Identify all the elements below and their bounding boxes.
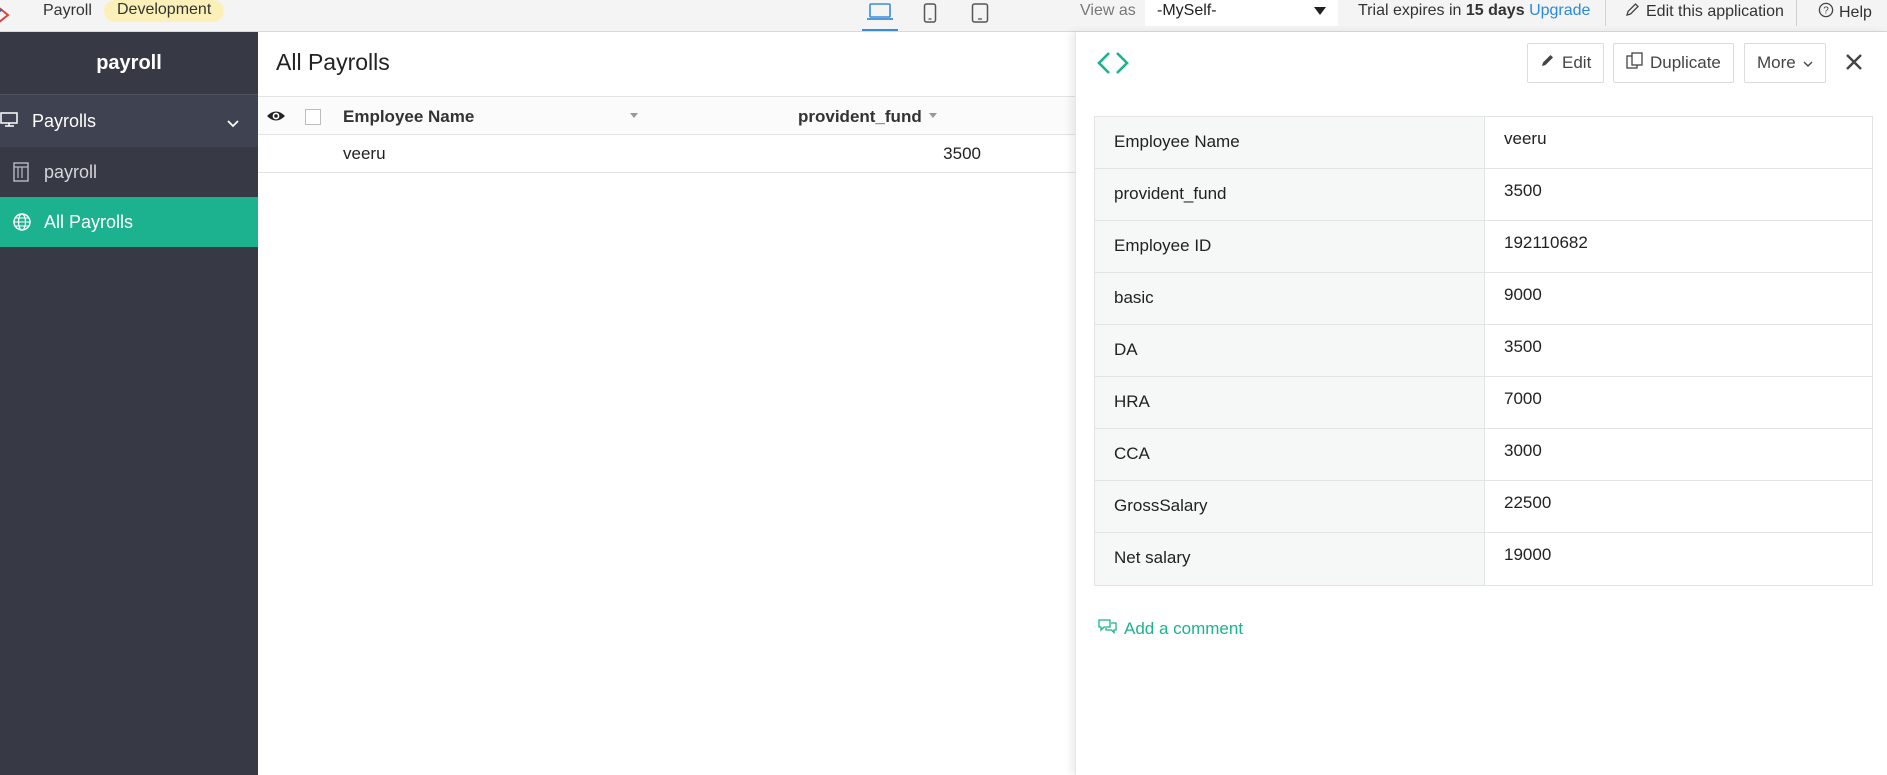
sidebar-section-payrolls[interactable]: Payrolls: [0, 95, 258, 147]
edit-application-button[interactable]: Edit this application: [1625, 2, 1784, 22]
field-row: provident_fund 3500: [1095, 169, 1872, 221]
field-label: DA: [1095, 325, 1485, 376]
tablet-view-button[interactable]: [962, 0, 998, 31]
duplicate-button[interactable]: Duplicate: [1613, 43, 1734, 83]
divider: [1605, 0, 1606, 26]
laptop-icon: [865, 2, 895, 27]
trial-days: 15 days: [1465, 2, 1525, 19]
field-value: 3500: [1504, 337, 1542, 356]
view-as-value: -MySelf-: [1157, 2, 1217, 19]
monitor-icon: [0, 111, 20, 134]
help-button[interactable]: ? Help: [1818, 2, 1872, 23]
field-label: Net salary: [1095, 533, 1485, 585]
field-row: Net salary 19000: [1095, 533, 1872, 585]
field-value: 7000: [1504, 389, 1542, 408]
report-icon: [12, 162, 30, 187]
view-as-select[interactable]: -MySelf-: [1145, 0, 1338, 26]
globe-icon: [12, 212, 32, 237]
trial-text: Trial expires in: [1358, 2, 1462, 19]
cell-employee-name: veeru: [343, 144, 386, 163]
record-detail-panel: Edit Duplicate More Employee Name veeru …: [1075, 32, 1887, 775]
select-all-checkbox[interactable]: [305, 109, 321, 125]
app-logo-icon[interactable]: [0, 4, 12, 26]
report-view: All Payrolls Employee Name provident_fun…: [258, 32, 1075, 775]
field-label: GrossSalary: [1095, 481, 1485, 532]
column-header-employee-name[interactable]: Employee Name: [343, 107, 474, 127]
app-name[interactable]: Payroll: [43, 2, 92, 20]
field-label: basic: [1095, 273, 1485, 324]
sort-caret-icon[interactable]: [630, 113, 638, 118]
svg-text:?: ?: [1823, 6, 1829, 17]
field-value: 192110682: [1504, 233, 1588, 252]
dropdown-caret-icon: [1314, 7, 1326, 15]
field-row: DA 3500: [1095, 325, 1872, 377]
field-value: 19000: [1504, 545, 1552, 564]
pencil-icon: [1540, 53, 1555, 73]
upgrade-link[interactable]: Upgrade: [1529, 2, 1590, 19]
field-value: 3500: [1504, 181, 1542, 200]
sidebar-section-label: Payrolls: [32, 110, 97, 131]
edit-application-label: Edit this application: [1646, 3, 1784, 20]
field-label: HRA: [1095, 377, 1485, 428]
cell-provident-fund: 3500: [943, 144, 981, 163]
field-row: basic 9000: [1095, 273, 1872, 325]
field-row: HRA 7000: [1095, 377, 1872, 429]
column-header-provident-fund[interactable]: provident_fund: [798, 107, 922, 127]
table-header: Employee Name provident_fund: [258, 96, 1075, 135]
edit-button[interactable]: Edit: [1527, 43, 1605, 83]
duplicate-icon: [1626, 52, 1643, 74]
phone-view-button[interactable]: [912, 0, 948, 31]
field-label: Employee Name: [1095, 117, 1485, 168]
trial-notice: Trial expires in 15 days Upgrade: [1358, 2, 1590, 20]
divider: [1796, 0, 1797, 26]
help-label: Help: [1839, 3, 1872, 21]
field-row: Employee Name veeru: [1095, 117, 1872, 169]
field-row: CCA 3000: [1095, 429, 1872, 481]
field-label: Employee ID: [1095, 221, 1485, 272]
field-value: 9000: [1504, 285, 1542, 304]
code-brackets-icon[interactable]: [1096, 50, 1130, 81]
field-label: CCA: [1095, 429, 1485, 480]
field-value: 3000: [1504, 441, 1542, 460]
phone-icon: [923, 3, 937, 28]
environment-badge[interactable]: Development: [104, 0, 225, 22]
more-button[interactable]: More: [1744, 43, 1826, 83]
tablet-icon: [971, 3, 989, 28]
more-button-label: More: [1757, 53, 1796, 72]
field-label: provident_fund: [1095, 169, 1485, 220]
add-comment-label: Add a comment: [1124, 619, 1244, 638]
duplicate-button-label: Duplicate: [1650, 53, 1721, 72]
sidebar-item-label: payroll: [44, 161, 98, 182]
record-fields-table: Employee Name veeru provident_fund 3500 …: [1094, 116, 1873, 586]
question-circle-icon: ?: [1818, 2, 1834, 23]
chevron-down-icon: [1803, 53, 1813, 73]
top-bar: Payroll Development View as -MySelf- Tri…: [0, 0, 1887, 32]
table-row[interactable]: veeru 3500: [258, 135, 1075, 173]
close-icon[interactable]: [1844, 52, 1864, 77]
page-title: All Payrolls: [276, 49, 390, 75]
sidebar: payroll Payrolls payroll All Payrolls: [0, 32, 258, 775]
view-as-label: View as: [1080, 2, 1136, 19]
field-row: GrossSalary 22500: [1095, 481, 1872, 533]
pencil-icon: [1625, 2, 1640, 22]
sidebar-brand[interactable]: payroll: [0, 32, 258, 95]
desktop-view-button[interactable]: [862, 0, 898, 31]
sidebar-item-all-payrolls[interactable]: All Payrolls: [0, 197, 258, 247]
comment-icon: [1098, 618, 1117, 640]
field-value: veeru: [1504, 129, 1547, 148]
add-comment-link[interactable]: Add a comment: [1098, 618, 1243, 640]
chevron-down-icon: [226, 113, 240, 134]
field-value: 22500: [1504, 493, 1552, 512]
edit-button-label: Edit: [1562, 53, 1592, 72]
sort-caret-icon[interactable]: [929, 113, 937, 118]
sidebar-item-payroll[interactable]: payroll: [0, 147, 258, 197]
field-row: Employee ID 192110682: [1095, 221, 1872, 273]
eye-icon[interactable]: [266, 108, 286, 129]
sidebar-item-label: All Payrolls: [44, 211, 134, 232]
